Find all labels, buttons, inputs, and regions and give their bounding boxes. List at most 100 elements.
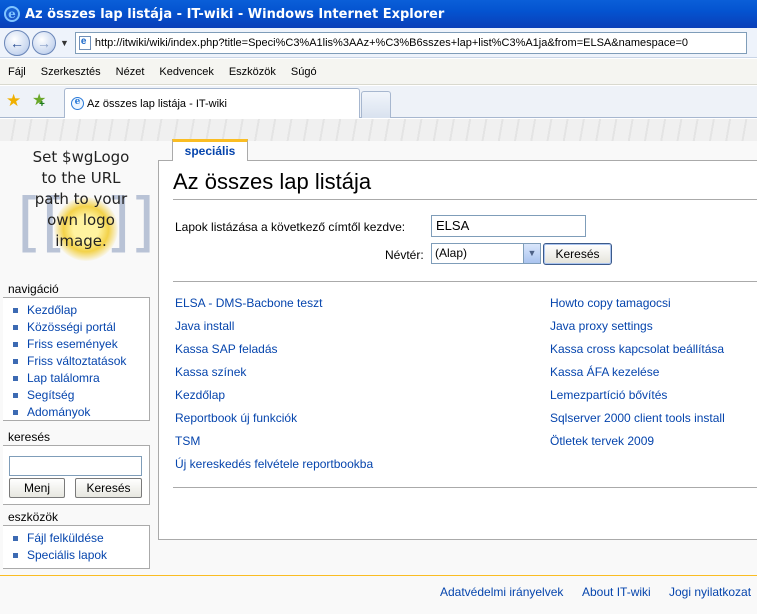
bullet-icon [13, 342, 18, 347]
tab-special[interactable]: speciális [172, 139, 248, 161]
from-label: Lapok listázása a következő címtől kezdv… [175, 220, 406, 234]
namespace-select[interactable]: (Alap) ▼ [431, 243, 541, 264]
nav-item-donations[interactable]: Adományok [13, 404, 149, 421]
namespace-label: Névtér: [385, 248, 424, 262]
tab-label: Az összes lap listája - IT-wiki [87, 97, 227, 110]
nav-item-label: Friss események [27, 337, 118, 351]
menu-edit[interactable]: Szerkesztés [41, 66, 101, 78]
nav-item-community-portal[interactable]: Közösségi portál [13, 319, 149, 336]
footer-divider [0, 575, 757, 576]
tools-item-label: Speciális lapok [27, 548, 108, 562]
nav-item-label: Kezdőlap [27, 303, 78, 317]
menu-tools[interactable]: Eszközök [229, 66, 276, 78]
forward-button[interactable]: → [32, 30, 56, 55]
favorites-star-icon[interactable]: ★ [6, 91, 21, 111]
nav-item-help[interactable]: Segítség [13, 387, 149, 404]
nav-item-label: Közösségi portál [27, 320, 116, 334]
page-content: [[ ]] Set $wgLogo to the URL path to you… [0, 119, 757, 614]
logo-line: to the URL [41, 169, 121, 187]
chevron-down-icon: ▼ [523, 244, 540, 263]
tools-portlet: Fájl felküldése Speciális lapok [3, 525, 150, 569]
page-icon [78, 35, 91, 50]
bullet-icon [13, 536, 18, 541]
tools-item-upload[interactable]: Fájl felküldése [13, 530, 149, 547]
footer-disclaimer-link[interactable]: Jogi nyilatkozat [669, 585, 751, 599]
nav-item-label: Lap találomra [27, 371, 100, 385]
page-title: Az összes lap listája [173, 169, 372, 194]
nav-item-current-events[interactable]: Friss események [13, 336, 149, 353]
bullet-icon [13, 325, 18, 330]
list-divider-top [173, 281, 757, 282]
nav-item-random-page[interactable]: Lap találomra [13, 370, 149, 387]
add-favorite-icon[interactable]: ★ [32, 91, 46, 115]
search-button[interactable]: Keresés [543, 243, 612, 265]
bullet-icon [13, 308, 18, 313]
tools-item-special-pages[interactable]: Speciális lapok [13, 547, 149, 564]
footer-privacy-link[interactable]: Adatvédelmi irányelvek [440, 585, 563, 599]
page-link[interactable]: Kezdőlap [175, 388, 225, 402]
title-divider [173, 199, 757, 200]
tools-item-label: Fájl felküldése [27, 531, 104, 545]
menu-help[interactable]: Súgó [291, 66, 317, 78]
tab-current[interactable]: e Az összes lap listája - IT-wiki [64, 88, 360, 118]
nav-item-label: Adományok [27, 405, 91, 419]
bullet-icon [13, 410, 18, 415]
page-link[interactable]: Kassa cross kapcsolat beállítása [550, 342, 724, 356]
navigation-portlet: Kezdőlap Közösségi portál Friss eseménye… [3, 297, 150, 421]
bullet-icon [13, 393, 18, 398]
nav-item-main-page[interactable]: Kezdőlap [13, 302, 149, 319]
wiki-logo[interactable]: [[ ]] Set $wgLogo to the URL path to you… [8, 147, 164, 285]
tools-title: eszközök [8, 510, 59, 524]
page-link[interactable]: Kassa színek [175, 365, 246, 379]
footer-about-link[interactable]: About IT-wiki [582, 585, 651, 599]
logo-line: own logo [47, 211, 115, 229]
page-link[interactable]: TSM [175, 434, 200, 448]
tab-ie-icon: e [71, 97, 84, 110]
page-link[interactable]: Howto copy tamagocsi [550, 296, 671, 310]
page-link[interactable]: Java proxy settings [550, 319, 653, 333]
page-link[interactable]: Kassa ÁFA kezelése [550, 365, 659, 379]
ie-logo-icon: e [4, 6, 20, 22]
menu-file[interactable]: Fájl [8, 66, 26, 78]
menu-view[interactable]: Nézet [116, 66, 145, 78]
nav-item-label: Friss változtatások [27, 354, 127, 368]
logo-line: image. [55, 232, 107, 250]
page-link[interactable]: ELSA - DMS-Bacbone teszt [175, 296, 322, 310]
menu-favorites[interactable]: Kedvencek [159, 66, 213, 78]
tab-row: ★ ★ e Az összes lap listája - IT-wiki [0, 86, 757, 118]
window-title: Az összes lap listája - IT-wiki - Window… [25, 6, 445, 22]
page-link[interactable]: Lemezpartíció bővítés [550, 388, 667, 402]
from-input[interactable]: ELSA [431, 215, 586, 237]
namespace-value: (Alap) [435, 246, 468, 260]
bullet-icon [13, 359, 18, 364]
page-link[interactable]: Java install [175, 319, 234, 333]
content-box: Az összes lap listája Lapok listázása a … [158, 160, 757, 540]
forward-arrow-icon: → [37, 34, 51, 51]
window-titlebar: e Az összes lap listája - IT-wiki - Wind… [0, 0, 757, 28]
go-button[interactable]: Menj [9, 478, 65, 498]
nav-item-label: Segítség [27, 388, 75, 402]
nav-item-recent-changes[interactable]: Friss változtatások [13, 353, 149, 370]
navigation-title: navigáció [8, 282, 59, 296]
history-dropdown-icon[interactable]: ▼ [60, 38, 69, 48]
address-bar[interactable]: http://itwiki/wiki/index.php?title=Speci… [74, 31, 747, 54]
page-link[interactable]: Új kereskedés felvétele reportbookba [175, 457, 373, 471]
logo-line: path to your [34, 190, 128, 208]
sidebar-search-input[interactable] [9, 456, 142, 476]
search-title: keresés [8, 430, 51, 444]
page-link[interactable]: Kassa SAP feladás [175, 342, 278, 356]
back-button[interactable]: ← [4, 29, 30, 56]
sidebar-search-button[interactable]: Keresés [75, 478, 142, 498]
logo-line: Set $wgLogo [32, 148, 130, 166]
new-tab-button[interactable] [361, 91, 391, 118]
list-divider-bottom [173, 487, 757, 488]
logo-text: Set $wgLogo to the URL path to your own … [8, 147, 154, 252]
search-portlet: Menj Keresés [3, 445, 150, 505]
back-arrow-icon: ← [10, 34, 24, 51]
menu-bar: Fájl Szerkesztés Nézet Kedvencek Eszközö… [0, 59, 757, 85]
page-link[interactable]: Reportbook új funkciók [175, 411, 297, 425]
page-link[interactable]: Sqlserver 2000 client tools install [550, 411, 725, 425]
bullet-icon [13, 553, 18, 558]
page-link[interactable]: Ötletek tervek 2009 [550, 434, 654, 448]
bullet-icon [13, 376, 18, 381]
